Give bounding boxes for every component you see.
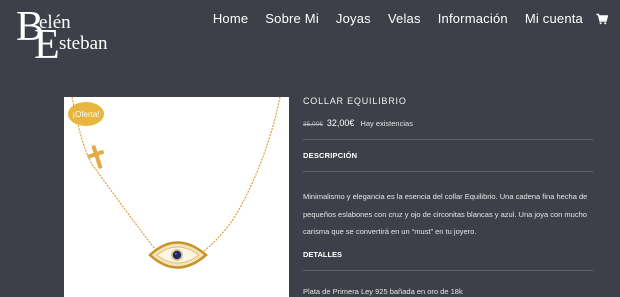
divider bbox=[303, 269, 593, 271]
nav-mi-cuenta[interactable]: Mi cuenta bbox=[525, 11, 583, 26]
product-description: Minimalismo y elegancia es la esencia de… bbox=[303, 192, 588, 236]
product-info: COLLAR EQUILIBRIO 35,00€ 32,00€ Hay exis… bbox=[303, 96, 593, 296]
stock-status: Hay existencias bbox=[360, 119, 413, 128]
necklace-illustration bbox=[71, 97, 281, 269]
description-heading: DESCRIPCIÓN bbox=[303, 151, 358, 160]
old-price: 35,00€ bbox=[303, 121, 323, 128]
main-nav: Home Sobre Mi Joyas Velas Información Mi… bbox=[196, 11, 608, 26]
logo-line-2: steban bbox=[59, 33, 108, 54]
details-heading: DETALLES bbox=[303, 249, 343, 259]
product-details: Plata de Primera Ley 925 bañada en oro d… bbox=[303, 286, 463, 296]
divider bbox=[303, 139, 593, 140]
price-row: 35,00€ 32,00€ Hay existencias bbox=[303, 118, 593, 128]
cart-icon[interactable] bbox=[596, 13, 608, 25]
nav-joyas[interactable]: Joyas bbox=[336, 11, 371, 26]
product-image[interactable]: ¡Oferta! bbox=[64, 97, 289, 297]
sale-price: 32,00€ bbox=[326, 118, 355, 128]
logo-letter-e: E bbox=[34, 22, 60, 68]
nav-informacion[interactable]: Información bbox=[438, 11, 508, 26]
brand-logo[interactable]: B elén E steban bbox=[16, 6, 116, 66]
site-header: B elén E steban Home Sobre Mi Joyas Vela… bbox=[0, 0, 620, 70]
nav-home[interactable]: Home bbox=[213, 11, 248, 26]
product-title: COLLAR EQUILIBRIO bbox=[303, 96, 407, 106]
nav-sobre-mi[interactable]: Sobre Mi bbox=[265, 11, 319, 26]
divider bbox=[303, 171, 593, 172]
sale-badge: ¡Oferta! bbox=[68, 102, 104, 126]
nav-velas[interactable]: Velas bbox=[388, 11, 421, 26]
